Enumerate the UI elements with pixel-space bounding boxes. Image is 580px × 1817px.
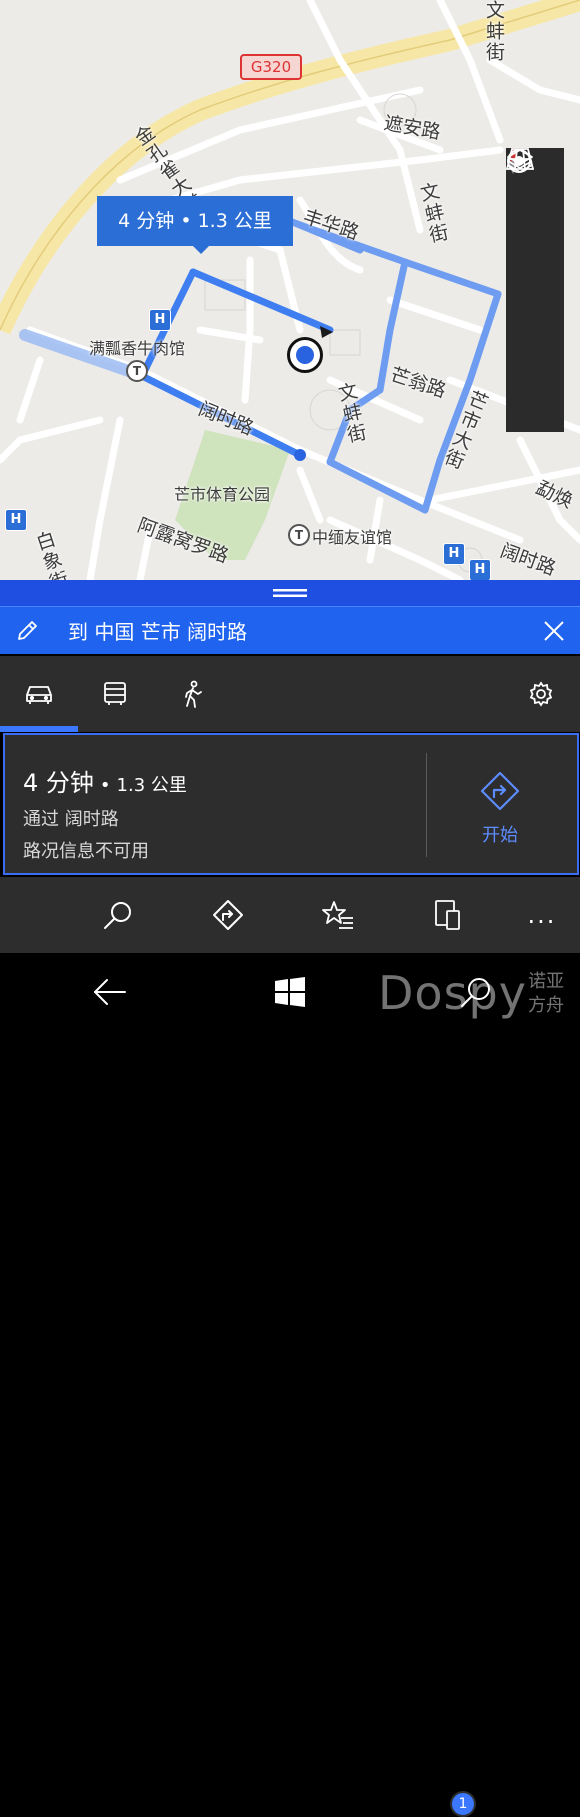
close-button[interactable]	[544, 620, 564, 641]
mode-drive-tab[interactable]	[0, 656, 78, 732]
settings-icon	[529, 681, 553, 707]
venue-icon[interactable]: T	[288, 524, 310, 546]
mode-walk-tab[interactable]	[154, 656, 232, 732]
travel-mode-bar	[0, 656, 580, 732]
search-icon	[104, 902, 131, 929]
devices-button[interactable]	[418, 877, 478, 953]
hospital-icon[interactable]: H	[5, 509, 27, 531]
poi-label-stadium: 芒市体育公园	[174, 485, 271, 504]
destination-text[interactable]: 到 中国 芒市 阔时路	[68, 616, 544, 645]
layers-button[interactable]	[506, 149, 564, 432]
bus-icon	[104, 682, 126, 705]
directions-icon	[213, 900, 243, 930]
3d-view-button[interactable]	[506, 148, 564, 290]
start-button[interactable]	[250, 953, 330, 1031]
windows-logo-icon	[275, 977, 305, 1007]
car-icon	[26, 686, 52, 704]
watermark-cn: 诺亚方舟	[528, 971, 564, 1016]
traffic-status: 路况信息不可用	[23, 841, 149, 862]
devices-icon	[435, 900, 460, 930]
close-icon	[544, 620, 564, 641]
edit-button[interactable]	[16, 620, 38, 642]
hospital-icon[interactable]: H	[149, 309, 171, 331]
back-arrow-icon	[94, 979, 126, 1005]
highway-shield: G320	[240, 54, 302, 80]
card-divider	[426, 753, 427, 857]
walk-icon	[185, 680, 202, 708]
favorites-icon	[322, 901, 353, 929]
grip-icon	[273, 589, 307, 597]
watermark-logo: Dospy	[378, 966, 527, 1020]
route-time-distance: 4 分钟 • 1.3 公里	[23, 763, 187, 798]
route-time: 4 分钟	[23, 769, 94, 797]
poi-label-zhongmian: 中缅友谊馆	[312, 528, 393, 547]
directions-button[interactable]	[198, 877, 258, 953]
location-dot	[296, 346, 314, 364]
route-via: 通过 阔时路	[23, 809, 119, 830]
destination-bar: 到 中国 芒市 阔时路	[0, 606, 580, 654]
map-canvas	[0, 0, 580, 580]
start-navigation-button[interactable]: 开始	[455, 771, 545, 847]
hospital-icon[interactable]: H	[469, 559, 491, 580]
devices-badge: 1	[450, 1791, 476, 1817]
mode-transit-tab[interactable]	[76, 656, 154, 732]
layers-icon	[507, 149, 533, 173]
locate-me-button[interactable]	[506, 149, 564, 361]
route-summary-bubble[interactable]: 4 分钟 • 1.3 公里	[97, 196, 293, 254]
active-mode-indicator	[0, 726, 78, 732]
app-bar: 1 ...	[0, 877, 580, 1817]
map-toolbar	[506, 148, 564, 432]
search-button[interactable]	[88, 877, 148, 953]
poi-label-manpiao: 满瓢香牛肉馆	[89, 339, 186, 358]
hospital-icon[interactable]: H	[443, 543, 465, 565]
current-location-marker	[287, 337, 323, 373]
panel-drag-handle[interactable]	[0, 580, 580, 606]
road-label-wenbang-top: 文蚌街	[483, 0, 505, 63]
favorites-button[interactable]	[308, 877, 368, 953]
pencil-icon	[18, 620, 37, 640]
map-view[interactable]: G320 金孔雀大道 文蚌街 遮安路 丰华路 文蚌街 文蚌街 芒翁路 芒市大街 …	[0, 0, 580, 580]
start-label: 开始	[482, 825, 518, 846]
more-button[interactable]: ...	[512, 877, 572, 953]
route-separator: •	[99, 775, 111, 796]
back-button[interactable]	[70, 953, 150, 1031]
directions-start-icon	[480, 771, 520, 811]
route-option-card[interactable]: 4 分钟 • 1.3 公里 通过 阔时路 路况信息不可用 开始	[3, 733, 579, 875]
restaurant-icon[interactable]: T	[126, 360, 148, 382]
route-settings-button[interactable]	[502, 656, 580, 732]
route-distance: 1.3 公里	[116, 775, 187, 796]
